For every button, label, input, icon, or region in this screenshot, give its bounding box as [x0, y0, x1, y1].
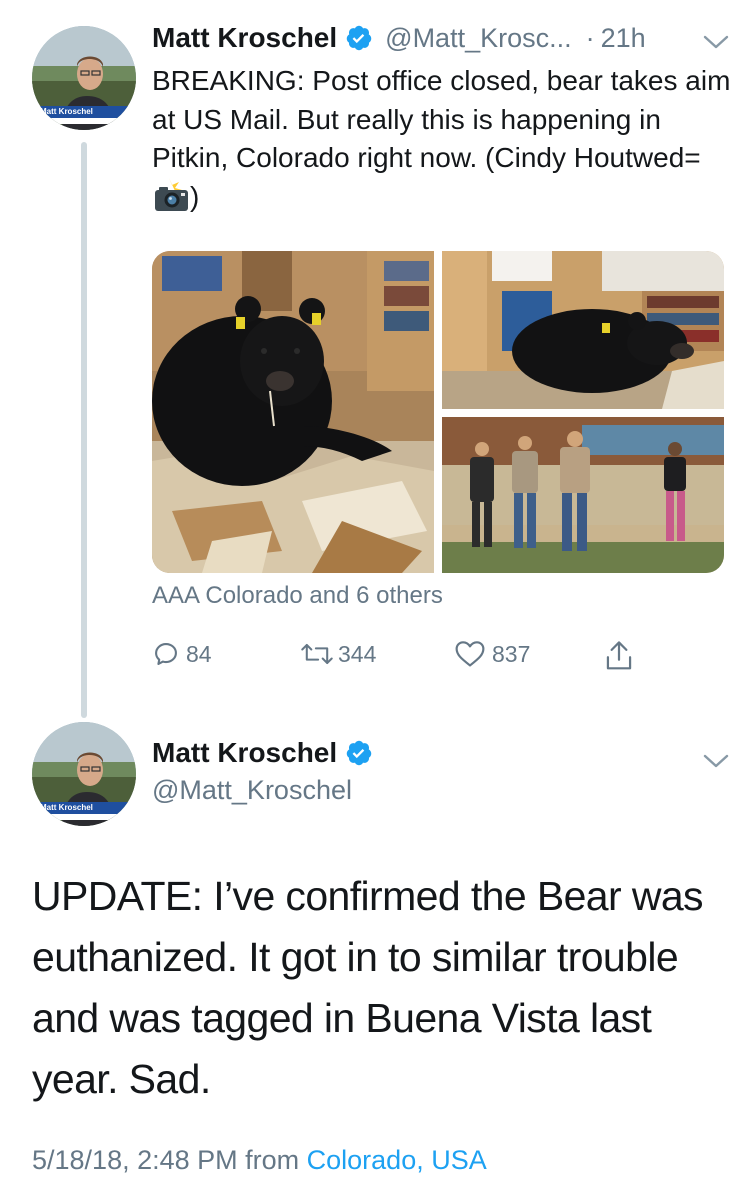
- avatar-caption-2: Matt Kroschel: [40, 803, 93, 812]
- thread-line: [81, 142, 87, 718]
- display-name[interactable]: Matt Kroschel: [152, 22, 337, 54]
- handle-2[interactable]: @Matt_Kroschel: [152, 775, 352, 806]
- tweet-text-end: ): [190, 180, 200, 212]
- tweet-text: BREAKING: Post office closed, bear takes…: [152, 62, 737, 216]
- separator-dot: ·: [585, 22, 595, 53]
- timestamp[interactable]: 21h: [601, 23, 646, 54]
- tagged-users[interactable]: AAA Colorado and 6 others: [152, 582, 443, 610]
- retweet-count: 344: [338, 640, 377, 667]
- tweet-header: Matt Kroschel @Matt_Krosc... · 21h: [152, 22, 646, 54]
- verified-badge-icon: [345, 739, 373, 767]
- photo-people-outside[interactable]: [442, 417, 724, 573]
- display-name-2[interactable]: Matt Kroschel: [152, 737, 337, 769]
- handle[interactable]: @Matt_Krosc...: [385, 23, 571, 54]
- reply-count: 84: [186, 640, 212, 667]
- media-grid: [152, 251, 724, 573]
- tweet-meta: 5/18/18, 2:48 PM from Colorado, USA: [32, 1145, 487, 1176]
- chevron-down-icon[interactable]: [703, 34, 729, 50]
- chevron-down-icon[interactable]: [703, 753, 729, 769]
- photo-bear-closeup[interactable]: [152, 251, 434, 573]
- tweet-text-main: BREAKING: Post office closed, bear takes…: [152, 65, 731, 173]
- heart-icon: [454, 640, 486, 668]
- retweet-button[interactable]: 344: [300, 640, 376, 668]
- camera-with-flash-icon: [152, 177, 190, 212]
- share-icon: [604, 640, 634, 672]
- avatar-caption: Matt Kroschel: [40, 107, 93, 116]
- like-button[interactable]: 837: [454, 640, 530, 668]
- share-button[interactable]: [604, 640, 634, 672]
- tweet-header-2: Matt Kroschel: [152, 737, 373, 769]
- location-link[interactable]: Colorado, USA: [307, 1145, 487, 1175]
- reply-button[interactable]: 84: [152, 640, 212, 668]
- photo-bear-indoors[interactable]: [442, 251, 724, 409]
- verified-badge-icon: [345, 24, 373, 52]
- action-bar: 84 344 837: [152, 640, 652, 684]
- like-count: 837: [492, 640, 531, 667]
- reply-icon: [152, 640, 180, 668]
- tweet-body-text: UPDATE: I’ve confirmed the Bear was euth…: [32, 873, 704, 1102]
- tweet-datetime: 5/18/18, 2:48 PM from: [32, 1145, 307, 1175]
- retweet-icon: [300, 640, 334, 668]
